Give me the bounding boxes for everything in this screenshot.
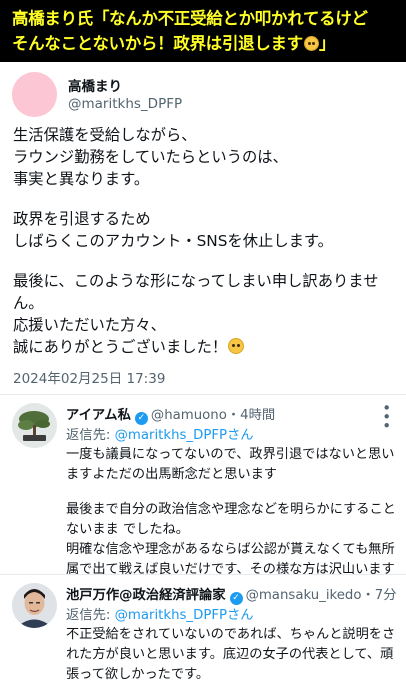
author-handle[interactable]: @maritkhs_DPFP — [68, 96, 182, 112]
reply-header: 池戸万作@政治経済評論家 ✓ @mansaku_ikedo・7分 — [66, 584, 397, 605]
reply-paragraph: 最後まで自分の政治信念や理念などを明らかにすることないまま でしたね。 — [66, 502, 396, 537]
reply-body: 不正受給をされていないのであれば、ちゃんと説明をされた方が良いと思います。底辺の… — [66, 625, 396, 685]
bonsai-avatar-image — [12, 403, 57, 448]
headline-banner: 高橋まり氏「なんか不正受給とか叩かれてるけど そんなことないから！政界は引退しま… — [0, 0, 406, 62]
tweet-body: 生活保護を受給しながら、 ラウンジ勤務をしていたらというのは、 事実と異なります… — [13, 124, 398, 358]
man-avatar-image — [12, 583, 57, 628]
tweet-line: 最後に、このような形になってしまい申し訳ありません。 — [13, 272, 379, 312]
reply-to-mention[interactable]: @maritkhs_DPFPさん — [115, 428, 254, 443]
tweet-line: しばらくこのアカウント・SNSを休止します。 — [13, 232, 333, 250]
reply-author-handle[interactable]: @mansaku_ikedo — [246, 588, 362, 603]
tweet-line: 応援いただいた方々、 — [13, 316, 166, 334]
author-name[interactable]: 高橋まり — [68, 75, 122, 95]
reply-time[interactable]: ・7分 — [362, 588, 397, 603]
pleading-face-emoji-icon — [228, 338, 245, 354]
pleading-face-emoji-icon — [303, 36, 319, 51]
reply-tweet[interactable]: アイアム私 ✓ @hamuono・4時間 ••• 返信先: @maritkhs_DP… — [0, 395, 406, 577]
reply-time[interactable]: ・4時間 — [227, 408, 275, 423]
author-avatar[interactable] — [12, 72, 57, 117]
bonsai-avatar[interactable] — [12, 403, 57, 448]
reply-spacer — [66, 485, 396, 500]
reply-author-name[interactable]: アイアム私 — [66, 408, 131, 423]
tweet-line: ラウンジ勤務をしていたらというのは、 — [13, 148, 288, 166]
reply-paragraph: 一度も議員になってないので、政界引退ではないと思いますよただの出馬断念だと思いま… — [66, 447, 395, 482]
tweet-line: 生活保護を受給しながら、 — [13, 126, 197, 144]
more-options-icon[interactable]: ••• — [377, 403, 395, 430]
man-avatar[interactable] — [12, 583, 57, 628]
reply-to-mention[interactable]: @maritkhs_DPFPさん — [115, 608, 254, 623]
reply-to: 返信先: @maritkhs_DPFPさん — [66, 604, 254, 623]
headline-line-2-end: 」 — [318, 34, 336, 53]
headline-line-1: 高橋まり氏「なんか不正受給とか叩かれてるけど — [12, 9, 368, 28]
tweet-spacer — [13, 252, 398, 270]
tweet-spacer — [13, 190, 398, 208]
reply-paragraph: 不正受給をされていないのであれば、ちゃんと説明をされた方が良いと思います。底辺の… — [66, 627, 396, 682]
reply-header: アイアム私 ✓ @hamuono・4時間 — [66, 404, 275, 425]
main-tweet: 高橋まり @maritkhs_DPFP 生活保護を受給しながら、 ラウンジ勤務を… — [0, 62, 406, 394]
tweet-line-last: 誠にありがとうございました！ — [13, 336, 398, 358]
reply-tweet[interactable]: 池戸万作@政治経済評論家 ✓ @mansaku_ikedo・7分 返信先: @mar… — [0, 575, 406, 682]
reply-to: 返信先: @maritkhs_DPFPさん — [66, 424, 254, 443]
reply-author-name[interactable]: 池戸万作@政治経済評論家 — [66, 588, 226, 603]
headline-line-2: そんなことないから！政界は引退します」 — [12, 31, 396, 56]
tweet-line: 政界を引退するため — [13, 210, 151, 228]
reply-body: 一度も議員になってないので、政界引退ではないと思いますよただの出馬断念だと思いま… — [66, 445, 396, 580]
tweet-line: 事実と異なります。 — [13, 170, 150, 188]
reply-to-prefix: 返信先: — [66, 608, 115, 623]
reply-to-prefix: 返信先: — [66, 428, 115, 443]
reply-author-handle[interactable]: @hamuono — [151, 408, 227, 423]
tweet-timestamp[interactable]: 2024年02月25日 17:39 — [13, 367, 165, 387]
tweet-line-text: 誠にありがとうございました！ — [13, 338, 228, 356]
headline-line-2-text: そんなことないから！政界は引退します — [12, 34, 303, 53]
